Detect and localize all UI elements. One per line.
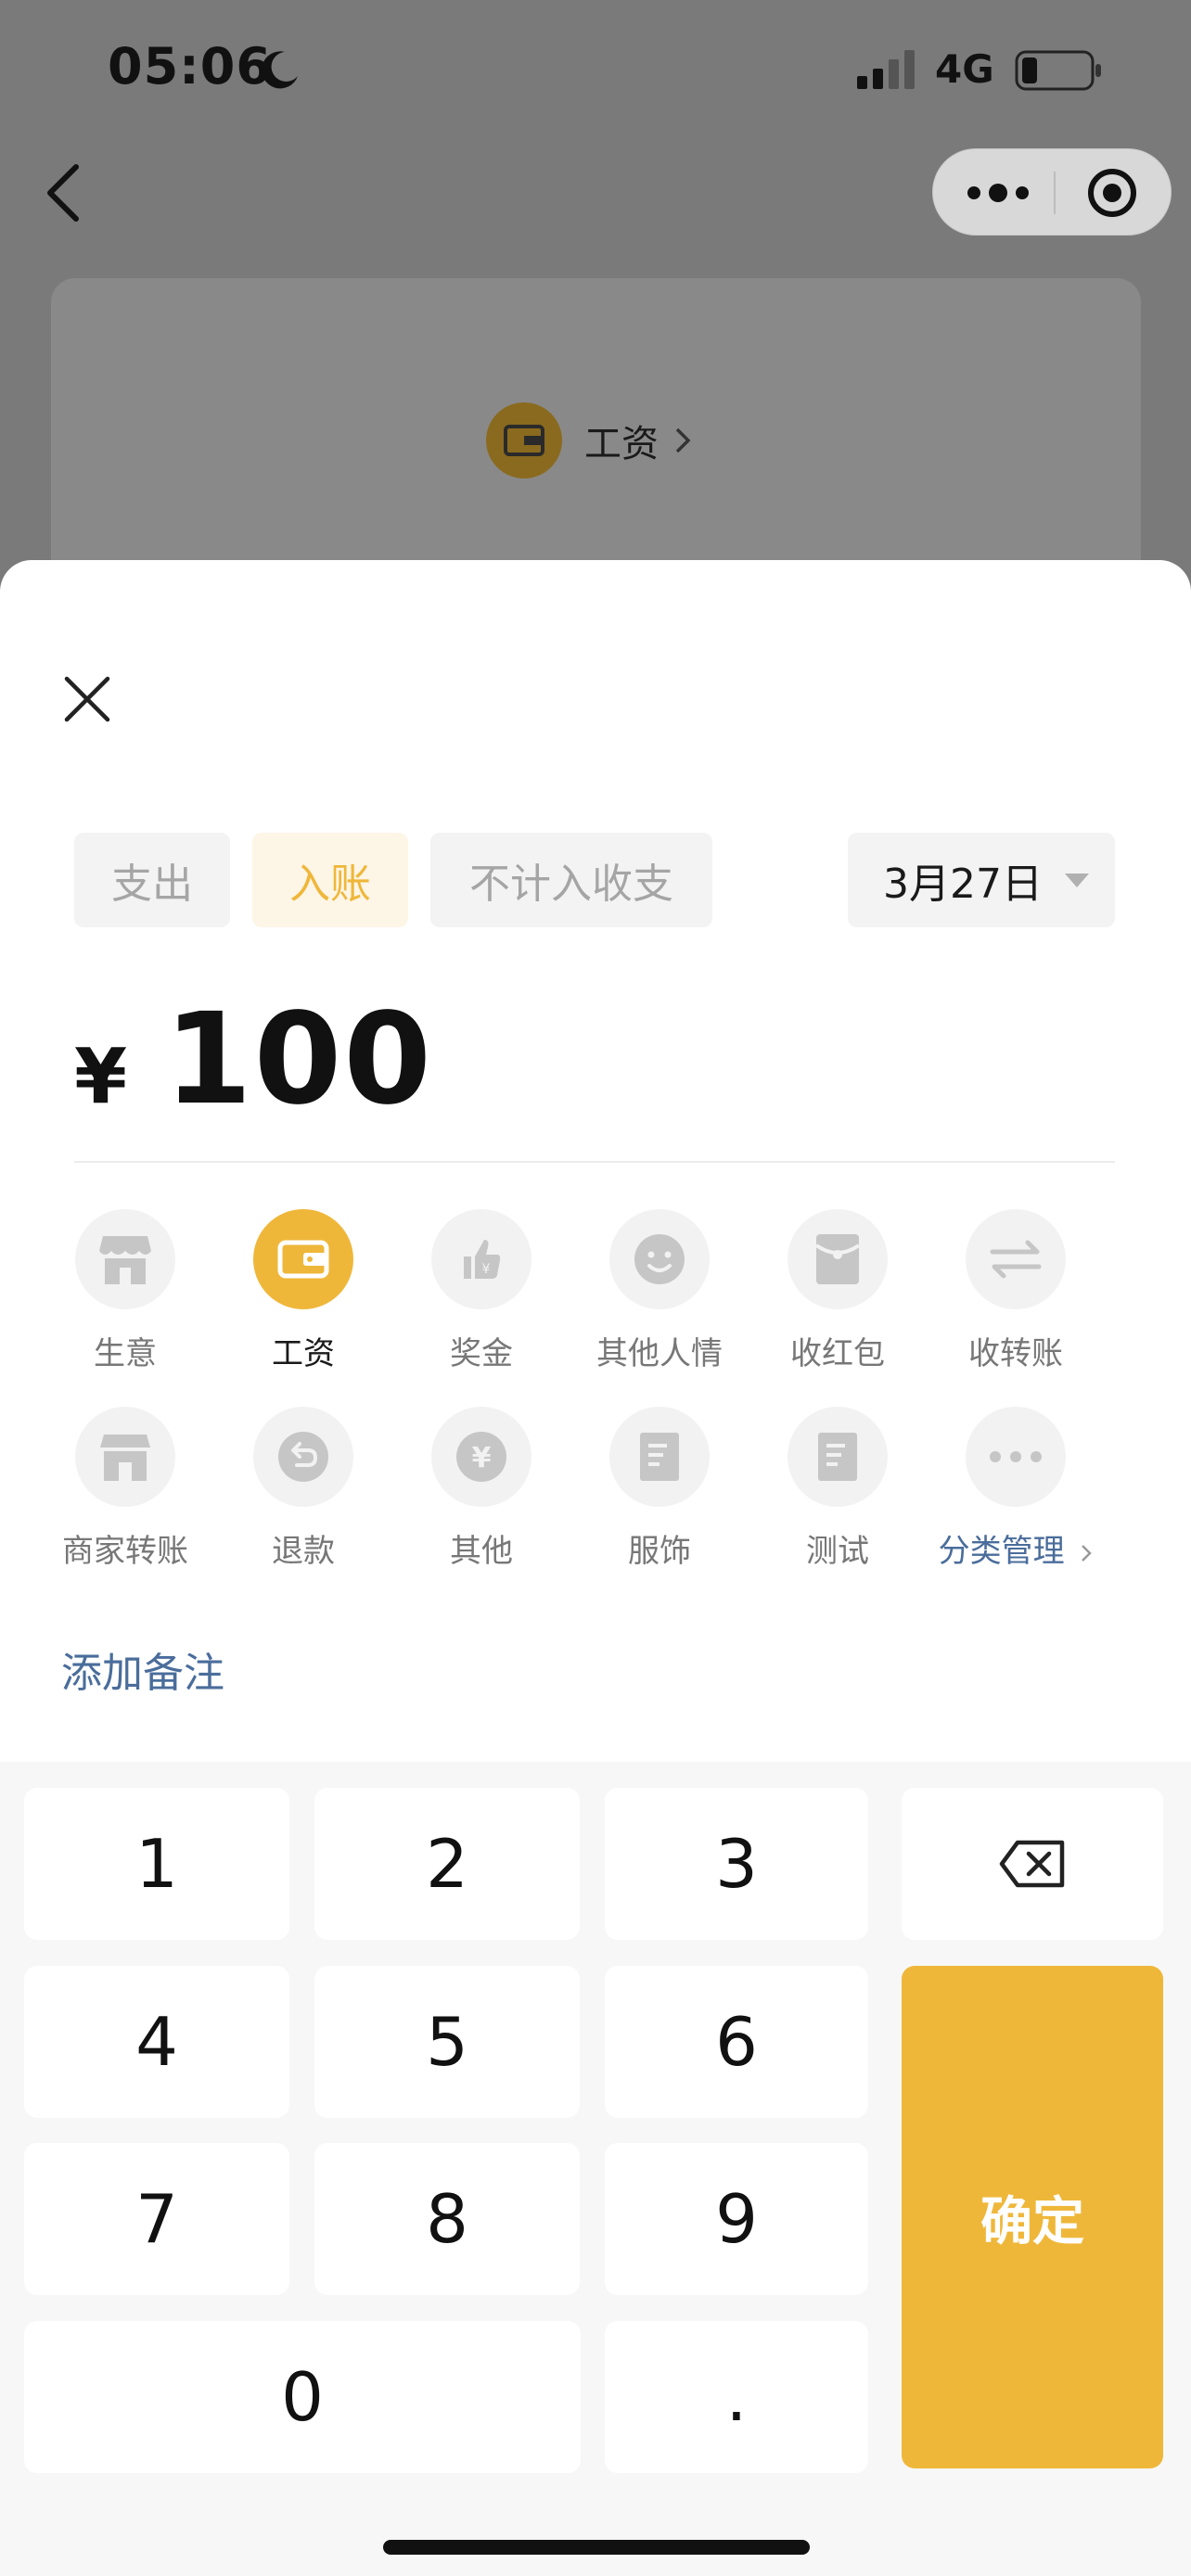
smile-icon — [609, 1209, 710, 1309]
chevron-right-icon — [675, 427, 691, 453]
category-label: 奖金 — [450, 1335, 513, 1372]
amount-divider — [74, 1161, 1115, 1163]
key-decimal[interactable]: . — [605, 2321, 868, 2473]
currency-symbol: ¥ — [74, 1033, 128, 1121]
key-7[interactable]: 7 — [24, 2143, 289, 2295]
category-management[interactable]: 分类管理 — [932, 1407, 1099, 1592]
key-9[interactable]: 9 — [605, 2143, 868, 2295]
background-category: 工资 — [486, 402, 694, 479]
key-2[interactable]: 2 — [314, 1788, 580, 1940]
amount-display: ¥ 100 — [74, 987, 433, 1135]
status-time: 05:06 — [108, 37, 272, 96]
amount-value: 100 — [164, 987, 433, 1133]
category-label: 收红包 — [790, 1335, 885, 1372]
svg-text:¥: ¥ — [482, 1262, 491, 1277]
category-label: 生意 — [94, 1335, 157, 1372]
category-business[interactable]: 生意 — [42, 1209, 209, 1395]
category-label: 工资 — [272, 1335, 335, 1372]
key-8[interactable]: 8 — [314, 2143, 580, 2295]
more-options-icon[interactable] — [965, 177, 1031, 209]
tab-income[interactable]: 入账 — [252, 833, 408, 927]
category-label: 其他 — [450, 1533, 513, 1570]
category-merchant-transfer[interactable]: 商家转账 — [42, 1407, 209, 1592]
category-label: 分类管理 — [938, 1533, 1065, 1570]
moon-icon — [262, 51, 298, 89]
background-page: 05:06 4G 工资 — [0, 0, 1191, 668]
network-type: 4G — [935, 46, 994, 92]
close-mini-program-icon[interactable] — [1086, 167, 1138, 219]
thumb-up-icon: ¥ — [431, 1209, 531, 1309]
backspace-button[interactable] — [902, 1788, 1163, 1940]
red-envelope-icon — [788, 1209, 888, 1309]
transfer-icon — [966, 1209, 1066, 1309]
category-label: 收转账 — [968, 1335, 1063, 1372]
category-bonus[interactable]: ¥ 奖金 — [398, 1209, 565, 1395]
category-receive-red-packet[interactable]: 收红包 — [754, 1209, 921, 1395]
backspace-icon — [999, 1840, 1065, 1888]
close-icon[interactable] — [59, 671, 115, 727]
category-management-link: 分类管理 — [932, 1525, 1099, 1571]
add-remark-link[interactable]: 添加备注 — [61, 1639, 224, 1699]
status-bar: 05:06 4G — [0, 0, 1191, 139]
category-test[interactable]: 测试 — [754, 1407, 921, 1592]
category-refund[interactable]: 退款 — [220, 1407, 387, 1592]
category-label: 其他人情 — [596, 1335, 723, 1372]
battery-icon — [1015, 50, 1101, 91]
wallet-icon — [486, 402, 562, 478]
tab-not-counted[interactable]: 不计入收支 — [430, 833, 712, 927]
background-category-label: 工资 — [584, 423, 659, 465]
mini-program-capsule — [932, 148, 1172, 236]
date-value: 3月27日 — [883, 861, 1043, 908]
more-icon — [966, 1407, 1066, 1507]
wallet-icon — [253, 1209, 353, 1309]
yen-icon: ¥ — [431, 1407, 531, 1507]
category-label: 退款 — [272, 1533, 335, 1570]
capsule-divider — [1054, 172, 1056, 214]
key-5[interactable]: 5 — [314, 1966, 580, 2118]
category-label: 测试 — [806, 1533, 869, 1570]
category-label: 服饰 — [628, 1533, 691, 1570]
store-icon — [75, 1407, 175, 1507]
cellular-signal-icon — [857, 50, 915, 89]
numeric-keypad: 1 2 3 4 5 6 7 8 9 0 . 确定 — [0, 1762, 1191, 2576]
date-selector[interactable]: 3月27日 — [848, 833, 1115, 927]
category-other[interactable]: ¥ 其他 — [398, 1407, 565, 1592]
back-icon[interactable] — [37, 156, 93, 230]
document-icon — [788, 1407, 888, 1507]
key-1[interactable]: 1 — [24, 1788, 289, 1940]
shop-icon — [75, 1209, 175, 1309]
category-label: 商家转账 — [62, 1533, 188, 1570]
category-clothing[interactable]: 服饰 — [576, 1407, 743, 1592]
svg-text:¥: ¥ — [472, 1442, 492, 1474]
category-salary[interactable]: 工资 — [220, 1209, 387, 1395]
category-other-gifts[interactable]: 其他人情 — [576, 1209, 743, 1395]
category-receive-transfer[interactable]: 收转账 — [932, 1209, 1099, 1395]
key-4[interactable]: 4 — [24, 1966, 289, 2118]
key-3[interactable]: 3 — [605, 1788, 868, 1940]
home-indicator — [383, 2540, 810, 2555]
document-icon — [609, 1407, 710, 1507]
confirm-button[interactable]: 确定 — [902, 1966, 1163, 2468]
chevron-right-icon — [1082, 1544, 1093, 1562]
key-6[interactable]: 6 — [605, 1966, 868, 2118]
refund-icon — [253, 1407, 353, 1507]
caret-down-icon — [1065, 874, 1089, 887]
tab-expense[interactable]: 支出 — [74, 833, 230, 927]
key-0[interactable]: 0 — [24, 2321, 581, 2473]
